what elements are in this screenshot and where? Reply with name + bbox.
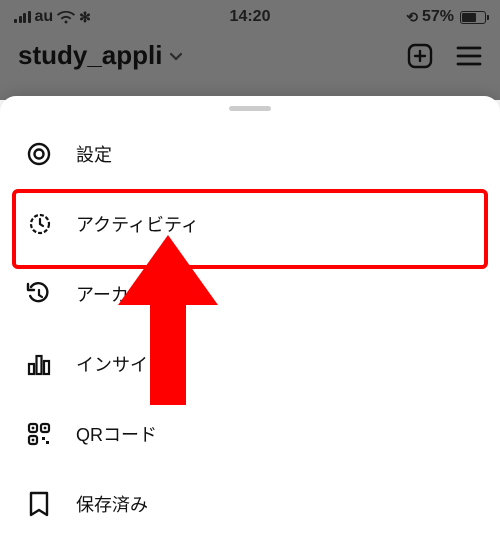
insights-chart-icon (24, 349, 54, 379)
menu-item-archive[interactable]: アーカイブ (0, 259, 500, 329)
activity-clock-icon (24, 209, 54, 239)
menu-label: アーカイブ (76, 281, 165, 307)
battery-percent: 57% (422, 8, 454, 26)
menu-label: 保存済み (76, 491, 148, 517)
menu-label: 設定 (76, 141, 112, 167)
hamburger-menu-icon[interactable] (456, 45, 482, 67)
username-dropdown[interactable]: study_appli (18, 40, 184, 71)
menu-item-qrcode[interactable]: QRコード (0, 399, 500, 469)
menu-label: アクティビティ (76, 211, 199, 237)
menu-item-settings[interactable]: 設定 (0, 119, 500, 189)
archive-clock-icon (24, 279, 54, 309)
chevron-down-icon (168, 48, 184, 64)
dimmed-backdrop: au ✻ 14:20 ⟲ 57% study_appli (0, 0, 500, 100)
username-label: study_appli (18, 40, 162, 71)
rotation-lock-icon: ⟲ (406, 9, 418, 26)
menu-item-saved[interactable]: 保存済み (0, 469, 500, 539)
menu-label: インサイト (76, 351, 166, 377)
menu-item-insights[interactable]: インサイト (0, 329, 500, 399)
bookmark-icon (24, 489, 54, 519)
signal-icon (14, 11, 31, 23)
loading-icon: ✻ (79, 9, 91, 26)
profile-header: study_appli (0, 30, 500, 83)
menu-label: QRコード (76, 421, 157, 447)
create-icon[interactable] (406, 42, 434, 70)
qrcode-icon (24, 419, 54, 449)
carrier-label: au (35, 8, 54, 26)
status-bar: au ✻ 14:20 ⟲ 57% (0, 0, 500, 30)
menu-item-activity[interactable]: アクティビティ (0, 189, 500, 259)
gear-icon (24, 139, 54, 169)
clock: 14:20 (230, 8, 271, 26)
sheet-grabber[interactable] (229, 106, 271, 111)
battery-icon (460, 11, 486, 24)
bottom-sheet-menu: 設定 アクティビティ アーカイブ インサイト QRコード 保存済み (0, 96, 500, 552)
wifi-icon (57, 11, 75, 24)
